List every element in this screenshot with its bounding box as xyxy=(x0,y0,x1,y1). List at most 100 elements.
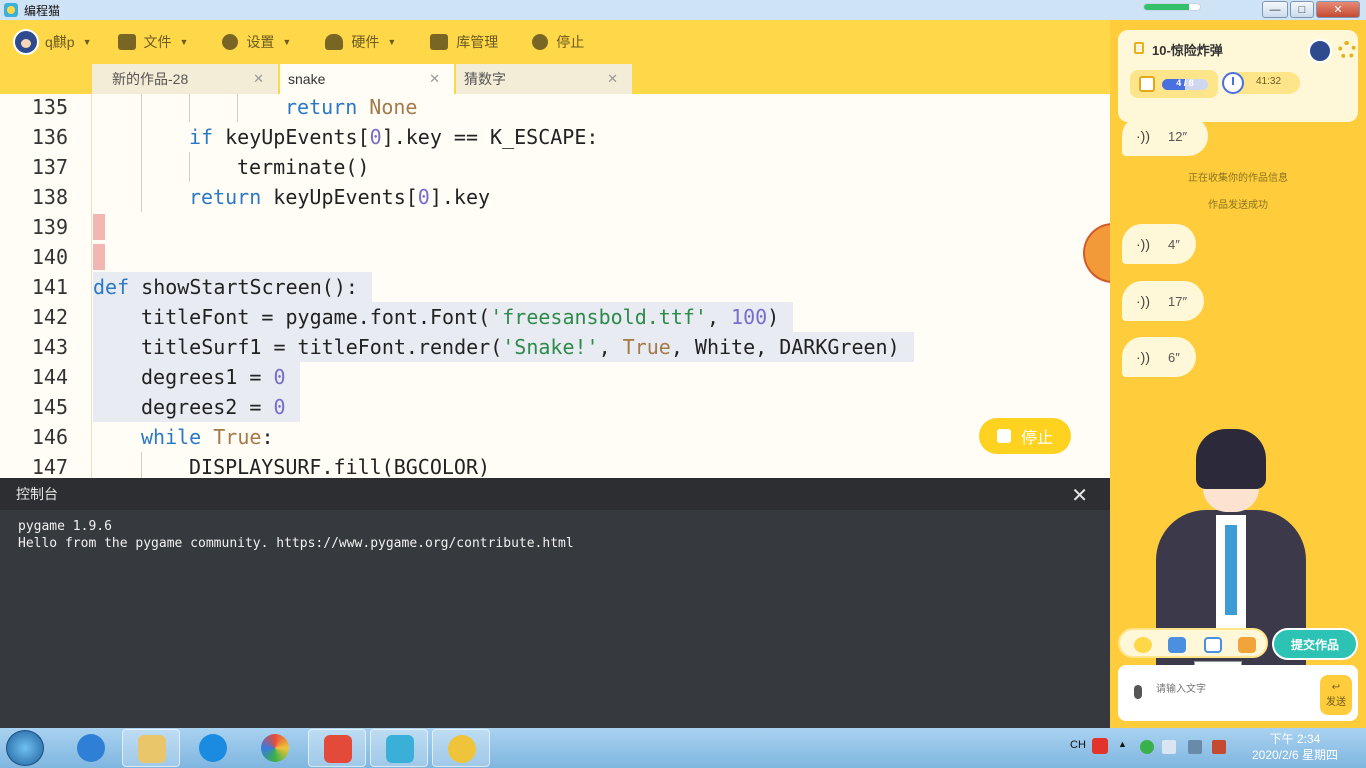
chevron-down-icon: ▼ xyxy=(387,37,397,47)
floating-stop-label: 停止 xyxy=(1020,430,1053,447)
show-hidden-icons[interactable]: ▲ xyxy=(1118,739,1127,749)
maximize-button[interactable]: □ xyxy=(1290,1,1314,18)
file-menu[interactable]: 文件 ▼ xyxy=(117,20,189,64)
task-progress-bar: 4 / 8 xyxy=(1162,79,1208,90)
screenshot-icon[interactable] xyxy=(1204,637,1222,653)
floating-stop-button[interactable]: 停止 xyxy=(979,418,1071,454)
code-text: titleFont = pygame.font.Font('freesansbo… xyxy=(93,302,794,332)
code-token: titleSurf1 = titleFont.render( xyxy=(141,335,503,359)
console-panel: 控制台 ✕ pygame 1.9.6 Hello from the pygame… xyxy=(0,478,1110,728)
clock-date: 2020/2/6 星期四 xyxy=(1251,748,1339,762)
chat-input[interactable] xyxy=(1156,677,1306,701)
file-menu-label: 文件 xyxy=(143,34,172,50)
tab-guess-number[interactable]: 猜数字 ✕ xyxy=(456,64,632,94)
code-line[interactable]: 140 xyxy=(0,242,1110,272)
close-tab-icon[interactable]: ✕ xyxy=(429,71,440,87)
stop-icon xyxy=(532,34,549,50)
hardware-menu[interactable]: 硬件 ▼ xyxy=(325,20,396,64)
close-tab-icon[interactable]: ✕ xyxy=(253,71,264,87)
language-indicator[interactable]: CH xyxy=(1070,739,1086,751)
clock-icon xyxy=(1222,72,1244,94)
minimize-button[interactable]: — xyxy=(1262,1,1288,18)
close-window-button[interactable]: ✕ xyxy=(1316,1,1360,18)
voice-duration: 4″ xyxy=(1168,236,1180,252)
code-token: , White, DARKGreen) xyxy=(670,335,900,359)
voice-message[interactable]: ·)) 12″ xyxy=(1122,116,1208,156)
code-line[interactable]: 147 DISPLAYSURF.fill(BGCOLOR) xyxy=(0,452,1110,478)
settings-menu[interactable]: 设置 ▼ xyxy=(222,20,291,64)
code-token: keyUpEvents[ xyxy=(213,125,370,149)
console-line: Hello from the pygame community. https:/… xyxy=(18,536,574,551)
folder-icon[interactable] xyxy=(1168,637,1186,653)
code-text: DISPLAYSURF.fill(BGCOLOR) xyxy=(93,452,504,478)
sogou-input-icon[interactable] xyxy=(1092,738,1108,754)
close-console-icon[interactable]: ✕ xyxy=(1071,483,1088,508)
tab-label: snake xyxy=(288,71,326,87)
bird-taskbar-button[interactable] xyxy=(370,729,428,767)
microphone-icon[interactable] xyxy=(1134,685,1142,699)
library-label: 库管理 xyxy=(456,34,499,50)
internet-explorer-icon xyxy=(77,734,105,762)
line-number: 142 xyxy=(31,305,68,329)
settings-menu-label: 设置 xyxy=(246,34,275,50)
code-editor[interactable]: 135 return None 136 if keyUpEvents[0].key =… xyxy=(0,94,1110,478)
tray-app-icon[interactable] xyxy=(1212,740,1226,754)
code-line[interactable]: 146 while True: xyxy=(0,422,1110,452)
chat-actions xyxy=(1118,628,1268,658)
browser-taskbar-button[interactable] xyxy=(246,729,304,767)
stop-button[interactable]: 停止 xyxy=(532,20,584,64)
open-folder-icon[interactable] xyxy=(1238,637,1256,653)
gear-icon[interactable] xyxy=(1338,41,1356,59)
python-ide-taskbar-button[interactable] xyxy=(432,729,490,767)
code-line[interactable]: 137 terminate() xyxy=(0,152,1110,182)
submit-work-button[interactable]: 提交作品 xyxy=(1272,628,1358,660)
user-name: q麒p xyxy=(45,34,75,50)
code-line[interactable]: 144 degrees1 = 0 xyxy=(0,362,1110,392)
code-line[interactable]: 135 return None xyxy=(0,94,1110,122)
code-token: 0 xyxy=(369,125,382,149)
code-text: return keyUpEvents[0].key xyxy=(93,182,504,212)
kugou-icon xyxy=(199,734,227,762)
timer-text: 41:32 xyxy=(1256,76,1282,87)
task-title: 10-惊险炸弹 xyxy=(1152,43,1223,58)
code-token: 0 xyxy=(417,185,430,209)
code-line[interactable]: 138 return keyUpEvents[0].key xyxy=(0,182,1110,212)
volume-icon[interactable] xyxy=(1162,740,1176,754)
teacher-avatar[interactable] xyxy=(1308,39,1332,63)
game-taskbar-button[interactable] xyxy=(308,729,366,767)
user-avatar xyxy=(13,29,39,55)
taskbar-clock[interactable]: 下午 2:34 2020/2/6 星期四 xyxy=(1240,731,1350,763)
code-line[interactable]: 136 if keyUpEvents[0].key == K_ESCAPE: xyxy=(0,122,1110,152)
voice-message[interactable]: ·)) 17″ xyxy=(1122,281,1204,321)
tab-new-work-28[interactable]: 新的作品-28 ✕ xyxy=(92,64,278,94)
code-line[interactable]: 142 titleFont = pygame.font.Font('freesan… xyxy=(0,302,1110,332)
send-button[interactable]: ↩ 发送 xyxy=(1320,675,1352,715)
voice-message[interactable]: ·)) 6″ xyxy=(1122,337,1196,377)
start-button[interactable] xyxy=(6,730,44,766)
code-line[interactable]: 143 titleSurf1 = titleFont.render('Snake!… xyxy=(0,332,1110,362)
line-number: 136 xyxy=(31,125,68,149)
code-token: 100 xyxy=(731,305,768,329)
action-center-icon[interactable] xyxy=(1188,740,1202,754)
error-marker xyxy=(93,214,105,240)
code-line[interactable]: 139 xyxy=(0,212,1110,242)
voice-duration: 17″ xyxy=(1168,293,1188,309)
code-text: while True: xyxy=(93,422,287,452)
titlebar-progress-fill xyxy=(1144,4,1189,10)
kugou-taskbar-button[interactable] xyxy=(184,729,242,767)
main-toolbar: q麒p ▼ 文件 ▼ 设置 ▼ 硬件 ▼ 库管理 停止 xyxy=(0,20,1110,64)
voice-message[interactable]: ·)) 4″ xyxy=(1122,224,1196,264)
ie-taskbar-button[interactable] xyxy=(62,729,120,767)
chevron-down-icon: ▼ xyxy=(179,37,189,47)
library-button[interactable]: 库管理 xyxy=(430,20,498,64)
code-line[interactable]: 145 degrees2 = 0 xyxy=(0,392,1110,422)
network-status-icon[interactable] xyxy=(1140,740,1154,754)
code-token: 'freesansbold.ttf' xyxy=(490,305,707,329)
close-tab-icon[interactable]: ✕ xyxy=(607,71,618,87)
code-line[interactable]: 141 def showStartScreen(): xyxy=(0,272,1110,302)
user-menu[interactable]: q麒p ▼ xyxy=(0,20,92,64)
explorer-taskbar-button[interactable] xyxy=(122,729,180,767)
emoji-icon[interactable] xyxy=(1134,637,1152,653)
tab-snake[interactable]: snake ✕ xyxy=(280,64,454,94)
